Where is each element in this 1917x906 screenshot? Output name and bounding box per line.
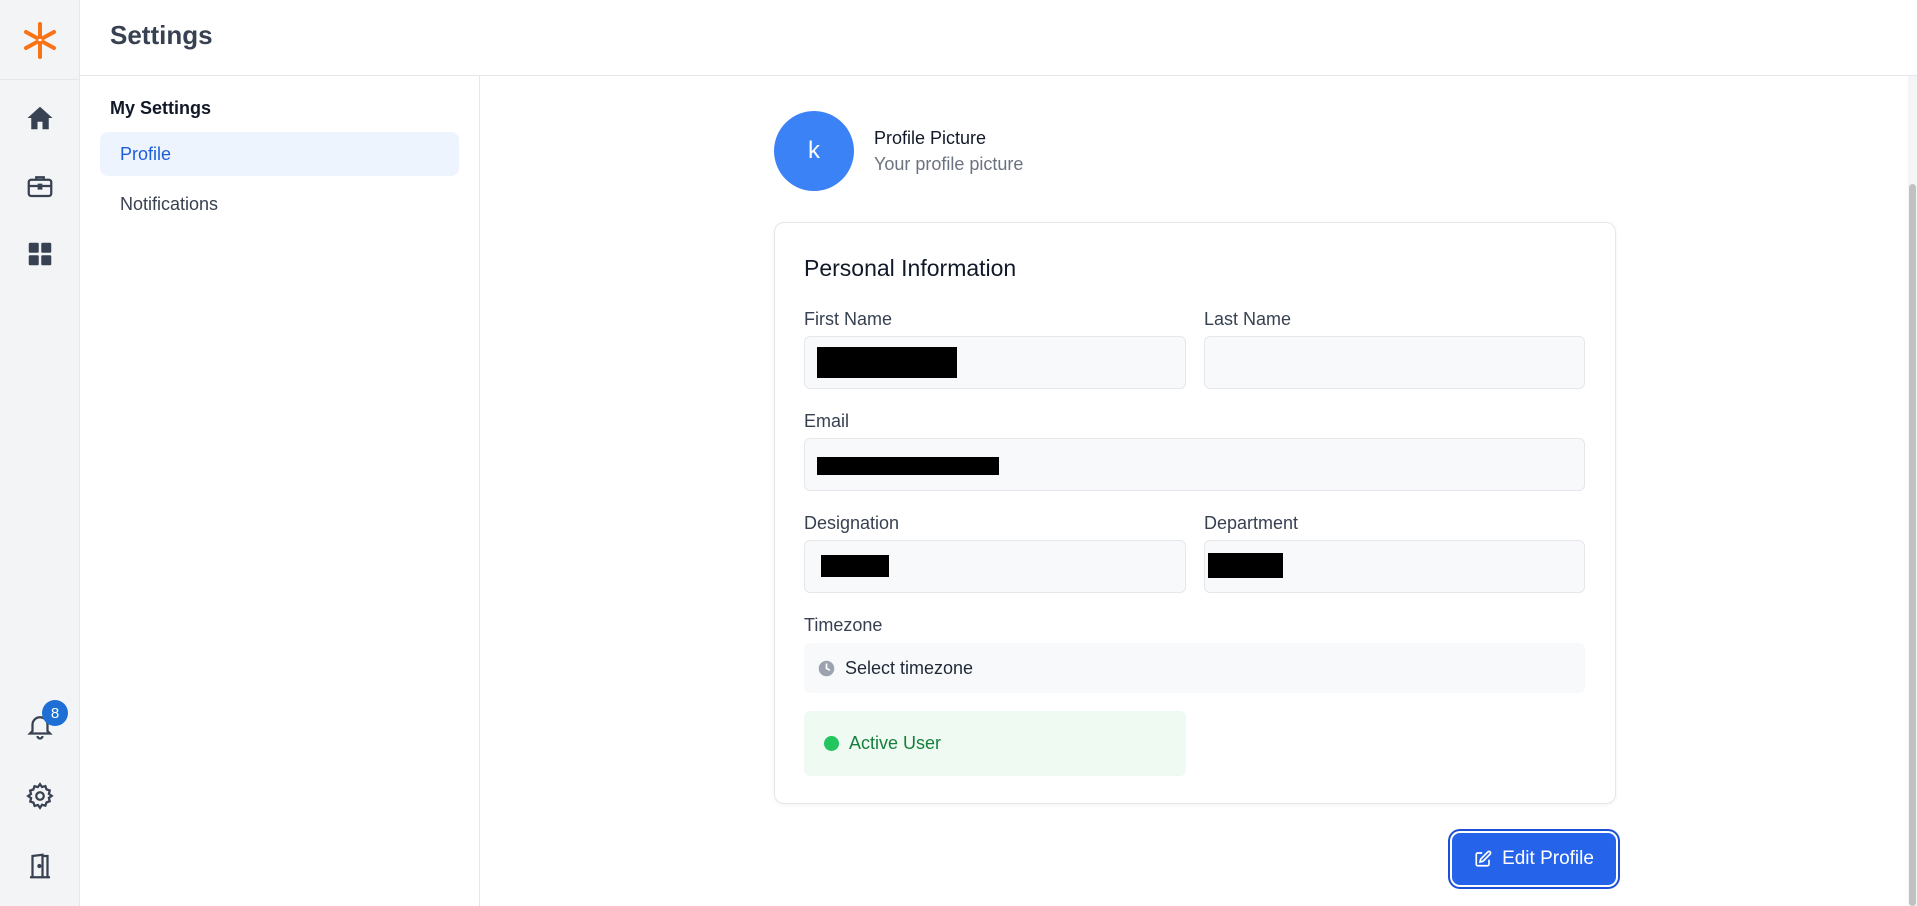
settings-sidebar: My Settings Profile Notifications bbox=[80, 76, 480, 906]
home-button[interactable] bbox=[20, 98, 60, 138]
asterisk-logo-icon bbox=[24, 21, 56, 59]
timezone-select[interactable]: Select timezone bbox=[804, 643, 1585, 693]
app-logo[interactable] bbox=[0, 0, 80, 80]
briefcase-button[interactable] bbox=[20, 166, 60, 206]
settings-nav-item-notifications[interactable]: Notifications bbox=[100, 182, 459, 226]
redacted-block bbox=[817, 457, 999, 475]
logout-button[interactable] bbox=[20, 846, 60, 886]
email-label: Email bbox=[804, 411, 850, 431]
status-badge: Active User bbox=[804, 711, 1186, 776]
page-title: Settings bbox=[110, 20, 213, 50]
notification-badge: 8 bbox=[42, 700, 68, 726]
edit-icon bbox=[1475, 850, 1492, 867]
edit-profile-button[interactable]: Edit Profile bbox=[1452, 833, 1616, 885]
personal-information-card: Personal Information First Name Last Nam… bbox=[774, 222, 1616, 804]
home-icon bbox=[27, 106, 53, 130]
card-title: Personal Information bbox=[804, 255, 1017, 281]
settings-button[interactable] bbox=[20, 776, 60, 816]
top-header: Settings bbox=[80, 0, 1917, 76]
settings-nav-item-profile[interactable]: Profile bbox=[100, 132, 459, 176]
icon-rail: 8 bbox=[0, 0, 80, 906]
edit-profile-label: Edit Profile bbox=[1502, 848, 1594, 869]
designation-label: Designation bbox=[804, 513, 900, 533]
grid-icon bbox=[28, 242, 52, 266]
first-name-label: First Name bbox=[804, 309, 893, 329]
designation-field[interactable] bbox=[804, 540, 1186, 593]
dashboard-button[interactable] bbox=[20, 234, 60, 274]
timezone-placeholder: Select timezone bbox=[845, 657, 974, 678]
last-name-label: Last Name bbox=[1204, 309, 1292, 329]
scrollbar-thumb[interactable] bbox=[1909, 184, 1916, 906]
logout-door-icon bbox=[30, 853, 50, 879]
gear-icon bbox=[26, 782, 54, 810]
briefcase-icon bbox=[27, 176, 53, 198]
email-field[interactable] bbox=[804, 438, 1585, 491]
timezone-label: Timezone bbox=[804, 615, 883, 635]
department-label: Department bbox=[1204, 513, 1299, 533]
first-name-field[interactable] bbox=[804, 336, 1186, 389]
status-dot-icon bbox=[824, 736, 839, 751]
redacted-block bbox=[821, 555, 889, 577]
clock-icon bbox=[818, 660, 835, 676]
main-content: k Profile Picture Your profile picture P… bbox=[481, 76, 1917, 906]
profile-picture-title: Profile Picture bbox=[874, 128, 987, 148]
redacted-block bbox=[817, 347, 957, 378]
redacted-block bbox=[1208, 553, 1283, 578]
settings-nav-heading: My Settings bbox=[110, 98, 212, 118]
status-text: Active User bbox=[849, 733, 942, 753]
profile-picture-subtitle: Your profile picture bbox=[874, 154, 1024, 174]
last-name-field[interactable] bbox=[1204, 336, 1585, 389]
department-field[interactable] bbox=[1204, 540, 1585, 593]
avatar[interactable]: k bbox=[774, 111, 854, 191]
